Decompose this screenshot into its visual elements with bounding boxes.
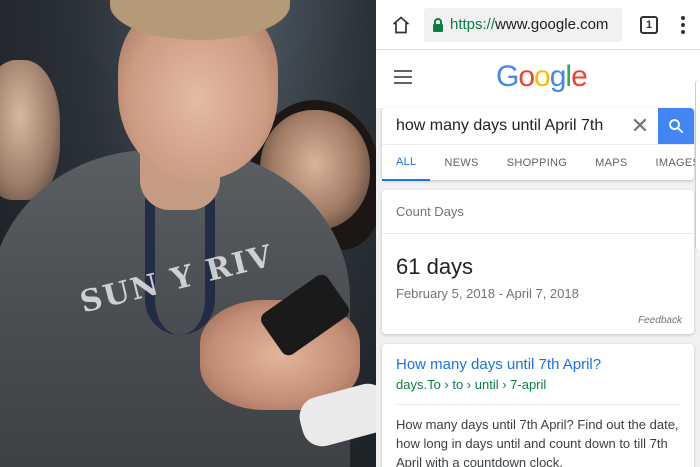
answer-card: Count Days 61 days February 5, 2018 - Ap…: [382, 190, 694, 334]
clear-search-icon[interactable]: ✕: [622, 108, 658, 144]
google-header: Google: [376, 50, 700, 108]
url-scheme: https://: [450, 16, 496, 33]
tab-images[interactable]: IMAGES: [642, 145, 700, 181]
tab-shopping[interactable]: SHOPPING: [493, 145, 581, 181]
search-box-card: how many days until April 7th ✕ ALL NEWS…: [382, 108, 700, 181]
search-button[interactable]: [658, 108, 694, 144]
phone-screen: https://www.google.com 1 Google how many…: [376, 0, 700, 467]
url-host: www.google.com: [495, 16, 609, 33]
answer-date-range: February 5, 2018 - April 7, 2018: [396, 286, 579, 301]
search-result-card: How many days until 7th April? days.To ›…: [382, 344, 694, 467]
tab-news[interactable]: NEWS: [430, 145, 492, 181]
result-url[interactable]: days.To › to › until › 7-april: [382, 373, 694, 392]
lock-icon: [432, 17, 444, 32]
background-person-left: [0, 60, 60, 200]
tab-all[interactable]: ALL: [382, 145, 431, 181]
hamburger-menu-icon[interactable]: [394, 70, 412, 88]
side-panel-edge: [695, 80, 700, 250]
tab-switcher-button[interactable]: 1: [640, 15, 658, 34]
answer-title: Count Days: [382, 190, 694, 234]
home-button[interactable]: [384, 8, 418, 42]
url-bar[interactable]: https://www.google.com: [424, 7, 622, 42]
result-snippet: How many days until 7th April? Find out …: [396, 417, 679, 467]
browser-toolbar: https://www.google.com 1: [376, 0, 700, 50]
search-input[interactable]: how many days until April 7th: [382, 117, 622, 135]
google-logo: Google: [496, 60, 588, 93]
home-icon: [392, 15, 410, 33]
tab-maps[interactable]: MAPS: [581, 145, 641, 181]
search-icon: [669, 119, 684, 134]
result-title-link[interactable]: How many days until 7th April?: [382, 344, 694, 373]
search-tabs: ALL NEWS SHOPPING MAPS IMAGES: [382, 144, 700, 181]
answer-value: 61 days: [396, 254, 474, 279]
overflow-menu-icon[interactable]: [674, 15, 692, 34]
feedback-link[interactable]: Feedback: [638, 315, 682, 326]
photo: SUN Y RIV: [0, 0, 376, 467]
